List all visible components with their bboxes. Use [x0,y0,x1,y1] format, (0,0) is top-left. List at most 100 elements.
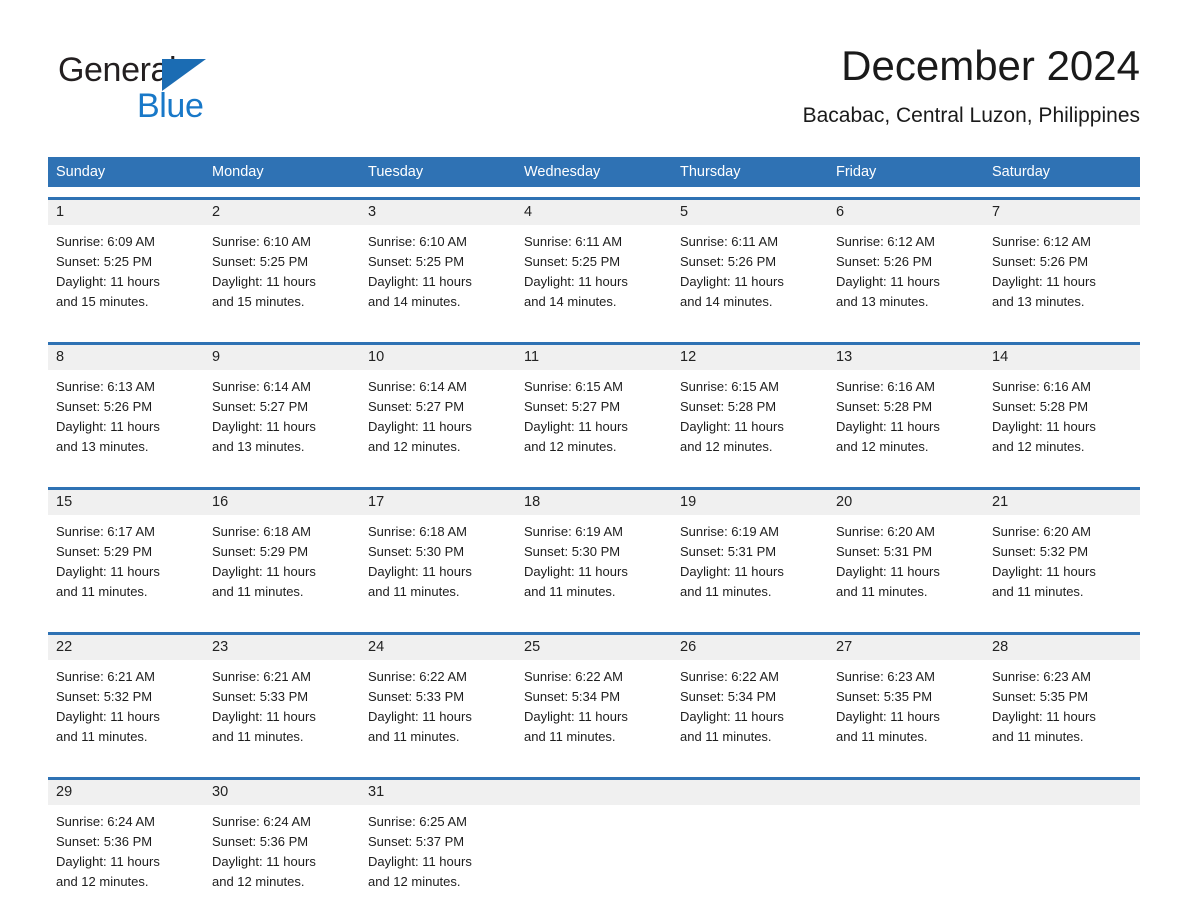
day-cell-empty [516,805,672,912]
day-cell[interactable]: Sunrise: 6:15 AM Sunset: 5:27 PM Dayligh… [516,370,672,477]
sunrise-text: Sunrise: 6:22 AM [368,669,467,684]
day-cell[interactable]: Sunrise: 6:17 AM Sunset: 5:29 PM Dayligh… [48,515,204,622]
sunrise-text: Sunrise: 6:24 AM [56,814,155,829]
daylight-text-line1: Daylight: 11 hours [56,854,160,869]
weekday-header-saturday: Saturday [992,164,1051,180]
calendar-page: General Blue December 2024 Bacabac, Cent… [0,0,1188,918]
sunset-text: Sunset: 5:34 PM [680,689,777,704]
day-cell[interactable]: Sunrise: 6:19 AM Sunset: 5:31 PM Dayligh… [672,515,828,622]
sunrise-text: Sunrise: 6:20 AM [992,524,1091,539]
day-cell[interactable]: Sunrise: 6:14 AM Sunset: 5:27 PM Dayligh… [360,370,516,477]
daylight-text-line1: Daylight: 11 hours [680,564,784,579]
sunrise-text: Sunrise: 6:09 AM [56,234,155,249]
sunset-text: Sunset: 5:32 PM [992,544,1089,559]
day-cell[interactable]: Sunrise: 6:23 AM Sunset: 5:35 PM Dayligh… [828,660,984,767]
daylight-text-line2: and 12 minutes. [212,874,305,889]
day-cell[interactable]: Sunrise: 6:21 AM Sunset: 5:32 PM Dayligh… [48,660,204,767]
daylight-text-line1: Daylight: 11 hours [992,709,1096,724]
day-number: 5 [680,204,689,220]
sunrise-text: Sunrise: 6:20 AM [836,524,935,539]
day-cell[interactable]: Sunrise: 6:10 AM Sunset: 5:25 PM Dayligh… [360,225,516,332]
day-cell[interactable]: Sunrise: 6:16 AM Sunset: 5:28 PM Dayligh… [984,370,1140,477]
week-row: 1 2 3 4 5 6 7 Sunrise: 6:09 AM Sunset: 5… [48,197,1140,332]
day-number: 12 [680,349,697,365]
day-cell[interactable]: Sunrise: 6:24 AM Sunset: 5:36 PM Dayligh… [204,805,360,912]
sunset-text: Sunset: 5:25 PM [368,254,465,269]
day-number-band: 1 2 3 4 5 6 7 [48,200,1140,225]
day-cell[interactable]: Sunrise: 6:22 AM Sunset: 5:34 PM Dayligh… [516,660,672,767]
day-cell[interactable]: Sunrise: 6:12 AM Sunset: 5:26 PM Dayligh… [828,225,984,332]
brand-name-blue: Blue [137,87,204,125]
day-number: 29 [56,784,73,800]
day-number: 19 [680,494,697,510]
day-cell[interactable]: Sunrise: 6:15 AM Sunset: 5:28 PM Dayligh… [672,370,828,477]
day-number: 11 [524,349,540,365]
sunrise-text: Sunrise: 6:19 AM [680,524,779,539]
day-number-band: 22 23 24 25 26 27 28 [48,635,1140,660]
sunset-text: Sunset: 5:33 PM [212,689,309,704]
day-cell[interactable]: Sunrise: 6:18 AM Sunset: 5:29 PM Dayligh… [204,515,360,622]
day-cell[interactable]: Sunrise: 6:23 AM Sunset: 5:35 PM Dayligh… [984,660,1140,767]
day-cell[interactable]: Sunrise: 6:20 AM Sunset: 5:31 PM Dayligh… [828,515,984,622]
daylight-text-line1: Daylight: 11 hours [368,564,472,579]
day-cell[interactable]: Sunrise: 6:09 AM Sunset: 5:25 PM Dayligh… [48,225,204,332]
daylight-text-line2: and 14 minutes. [368,294,461,309]
sunrise-text: Sunrise: 6:22 AM [680,669,779,684]
day-number-empty [828,780,984,805]
day-cell[interactable]: Sunrise: 6:25 AM Sunset: 5:37 PM Dayligh… [360,805,516,912]
day-cell[interactable]: Sunrise: 6:24 AM Sunset: 5:36 PM Dayligh… [48,805,204,912]
daylight-text-line1: Daylight: 11 hours [836,274,940,289]
day-cell[interactable]: Sunrise: 6:13 AM Sunset: 5:26 PM Dayligh… [48,370,204,477]
day-cell[interactable]: Sunrise: 6:22 AM Sunset: 5:33 PM Dayligh… [360,660,516,767]
page-header: General Blue December 2024 Bacabac, Cent… [48,40,1140,140]
sunset-text: Sunset: 5:28 PM [836,399,933,414]
daylight-text-line1: Daylight: 11 hours [212,274,316,289]
day-cell[interactable]: Sunrise: 6:22 AM Sunset: 5:34 PM Dayligh… [672,660,828,767]
day-cell[interactable]: Sunrise: 6:18 AM Sunset: 5:30 PM Dayligh… [360,515,516,622]
daylight-text-line1: Daylight: 11 hours [56,564,160,579]
sunset-text: Sunset: 5:26 PM [836,254,933,269]
day-detail-band: Sunrise: 6:17 AM Sunset: 5:29 PM Dayligh… [48,515,1140,622]
day-number: 6 [836,204,845,220]
daylight-text-line2: and 11 minutes. [56,729,148,744]
sunset-text: Sunset: 5:36 PM [56,834,153,849]
day-cell[interactable]: Sunrise: 6:14 AM Sunset: 5:27 PM Dayligh… [204,370,360,477]
weekday-header-friday: Friday [836,164,877,180]
sunrise-text: Sunrise: 6:13 AM [56,379,155,394]
daylight-text-line2: and 11 minutes. [680,729,772,744]
day-number: 9 [212,349,221,365]
day-cell[interactable]: Sunrise: 6:11 AM Sunset: 5:25 PM Dayligh… [516,225,672,332]
day-detail-band: Sunrise: 6:13 AM Sunset: 5:26 PM Dayligh… [48,370,1140,477]
daylight-text-line2: and 11 minutes. [992,729,1084,744]
day-cell[interactable]: Sunrise: 6:20 AM Sunset: 5:32 PM Dayligh… [984,515,1140,622]
sunset-text: Sunset: 5:35 PM [836,689,933,704]
day-cell[interactable]: Sunrise: 6:12 AM Sunset: 5:26 PM Dayligh… [984,225,1140,332]
day-number-empty [516,780,672,805]
daylight-text-line1: Daylight: 11 hours [368,274,472,289]
sunset-text: Sunset: 5:30 PM [524,544,621,559]
day-cell-empty [984,805,1140,912]
location-subtitle: Bacabac, Central Luzon, Philippines [802,104,1140,127]
sunrise-text: Sunrise: 6:12 AM [836,234,935,249]
day-number: 23 [212,639,229,655]
day-number: 8 [56,349,65,365]
day-cell[interactable]: Sunrise: 6:10 AM Sunset: 5:25 PM Dayligh… [204,225,360,332]
sunrise-text: Sunrise: 6:10 AM [212,234,311,249]
day-cell[interactable]: Sunrise: 6:16 AM Sunset: 5:28 PM Dayligh… [828,370,984,477]
daylight-text-line2: and 11 minutes. [212,584,304,599]
daylight-text-line1: Daylight: 11 hours [368,854,472,869]
daylight-text-line2: and 14 minutes. [680,294,773,309]
day-cell[interactable]: Sunrise: 6:21 AM Sunset: 5:33 PM Dayligh… [204,660,360,767]
sunset-text: Sunset: 5:33 PM [368,689,465,704]
daylight-text-line2: and 12 minutes. [836,439,929,454]
day-cell[interactable]: Sunrise: 6:19 AM Sunset: 5:30 PM Dayligh… [516,515,672,622]
brand-logo[interactable]: General Blue [58,50,288,130]
day-cell[interactable]: Sunrise: 6:11 AM Sunset: 5:26 PM Dayligh… [672,225,828,332]
sunset-text: Sunset: 5:29 PM [212,544,309,559]
sunrise-text: Sunrise: 6:16 AM [992,379,1091,394]
sunset-text: Sunset: 5:30 PM [368,544,465,559]
weekday-header-wednesday: Wednesday [524,164,601,180]
daylight-text-line2: and 11 minutes. [524,584,616,599]
day-number-empty [984,780,1140,805]
daylight-text-line1: Daylight: 11 hours [56,274,160,289]
